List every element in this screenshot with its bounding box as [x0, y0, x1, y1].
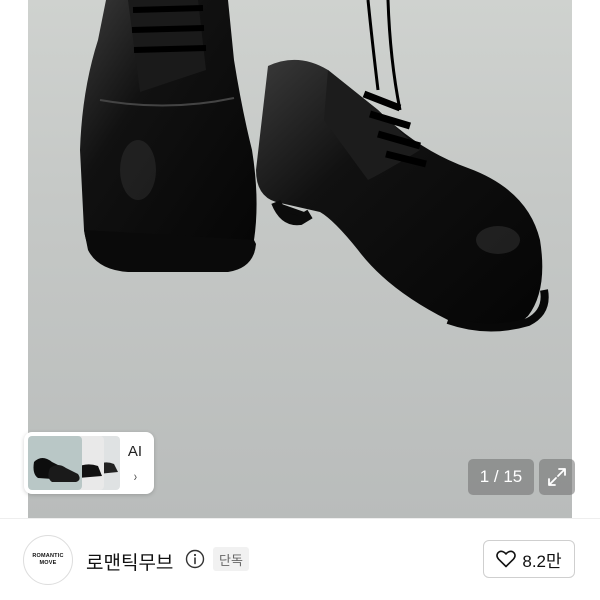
seller-bar: ROMANTIC MOVE 로맨틱무브 단독 8.2만	[0, 518, 600, 600]
ai-thumbnails	[28, 436, 120, 490]
expand-icon	[548, 468, 566, 486]
like-button[interactable]: 8.2만	[483, 540, 575, 578]
seller-name[interactable]: 로맨틱무브	[86, 548, 173, 575]
avatar-text-line2: MOVE	[39, 560, 57, 566]
seller-avatar[interactable]: ROMANTIC MOVE	[23, 535, 73, 585]
chevron-right-icon: ›	[133, 467, 137, 484]
heart-outline-icon	[496, 550, 517, 568]
expand-button[interactable]	[539, 459, 575, 495]
info-icon[interactable]	[185, 549, 205, 569]
image-counter: 1 / 15	[468, 459, 534, 495]
thumbnail-1	[28, 436, 82, 490]
exclusive-badge: 단독	[213, 547, 249, 571]
avatar-text-line1: ROMANTIC	[32, 553, 64, 559]
ai-similar-items-button[interactable]: AI ›	[24, 432, 154, 494]
like-count: 8.2만	[522, 551, 562, 571]
ai-label: AI	[127, 442, 143, 460]
